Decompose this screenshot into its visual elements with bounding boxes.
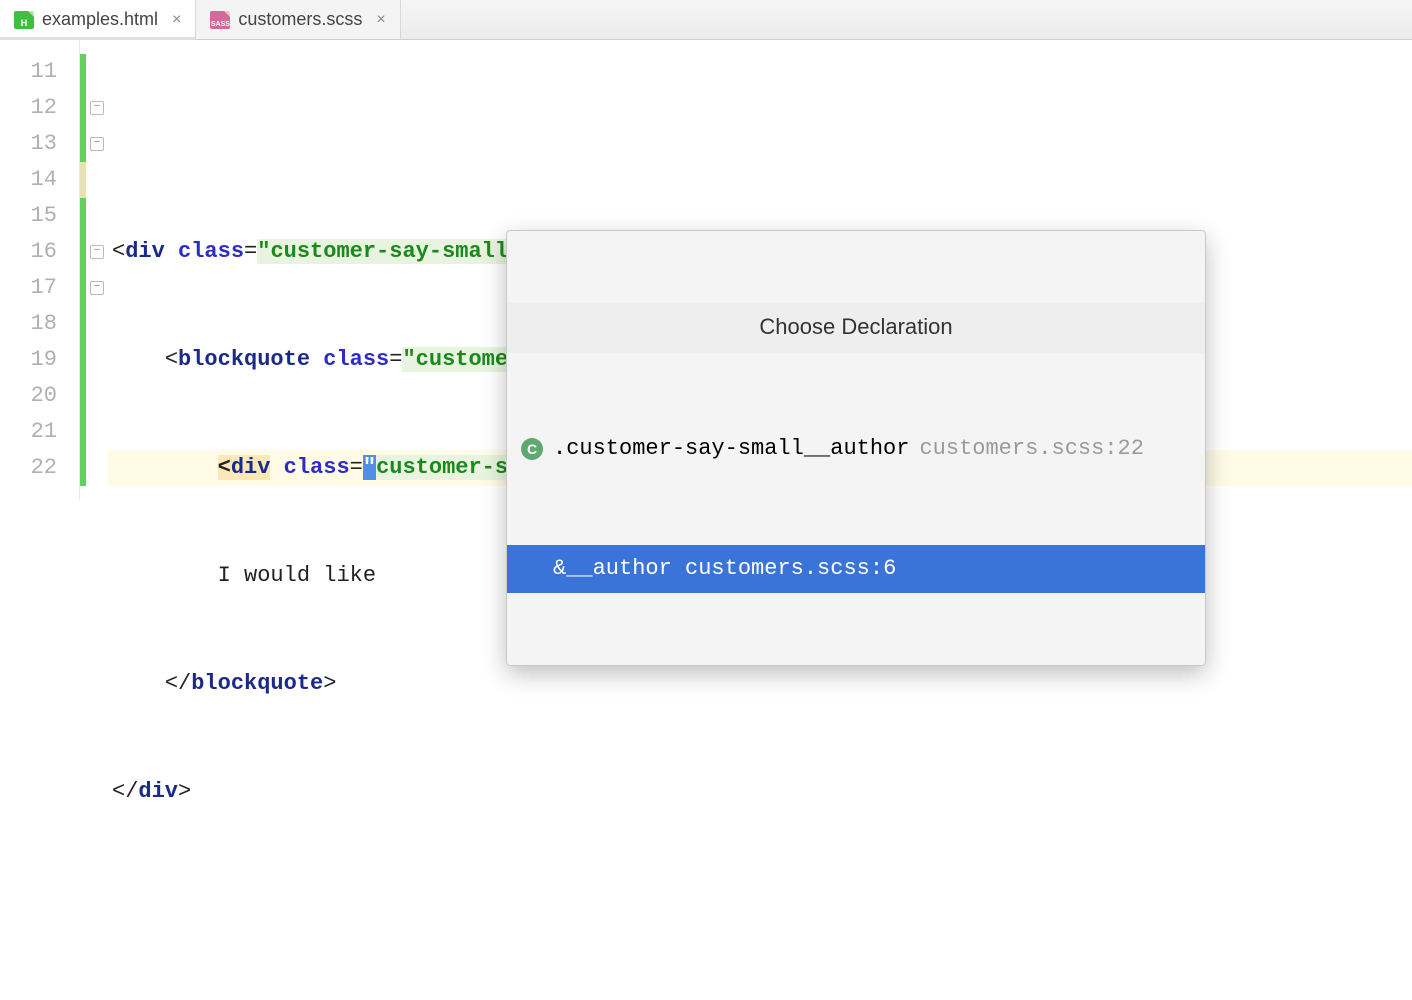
selector-text: .customer-say-small__author xyxy=(553,431,909,467)
line-number: 22 xyxy=(0,450,57,486)
code-line[interactable]: </blockquote> xyxy=(108,666,1412,702)
declaration-option[interactable]: C .customer-say-small__author customers.… xyxy=(507,425,1205,473)
tab-customers-scss[interactable]: SASS customers.scss × xyxy=(196,0,400,39)
line-number: 11 xyxy=(0,54,57,90)
close-icon[interactable]: × xyxy=(172,11,181,29)
code-line[interactable]: </div> xyxy=(108,774,1412,810)
editor-tabbar: H examples.html × SASS customers.scss × xyxy=(0,0,1412,40)
code-editor[interactable]: 111213141516171819202122 <div class="cus… xyxy=(0,40,1412,500)
line-number: 20 xyxy=(0,378,57,414)
line-number: 16 xyxy=(0,234,57,270)
file-location: customers.scss:22 xyxy=(919,431,1143,467)
line-number: 19 xyxy=(0,342,57,378)
close-icon[interactable]: × xyxy=(376,11,385,29)
line-number: 21 xyxy=(0,414,57,450)
line-number-gutter: 111213141516171819202122 xyxy=(0,40,80,500)
code-area[interactable]: <div class="customer-say-small"> <blockq… xyxy=(108,40,1412,500)
fold-toggle-icon[interactable] xyxy=(90,137,104,151)
tab-label: examples.html xyxy=(42,9,158,30)
popup-title: Choose Declaration xyxy=(507,303,1205,353)
line-number: 17 xyxy=(0,270,57,306)
fold-toggle-icon[interactable] xyxy=(90,245,104,259)
sass-file-icon: SASS xyxy=(210,11,230,29)
class-badge-icon: C xyxy=(521,438,543,460)
fold-gutter xyxy=(86,40,108,500)
line-number: 15 xyxy=(0,198,57,234)
declaration-option-selected[interactable]: &__author customers.scss:6 xyxy=(507,545,1205,593)
code-line[interactable] xyxy=(108,126,1412,162)
fold-toggle-icon[interactable] xyxy=(90,101,104,115)
line-number: 14 xyxy=(0,162,57,198)
choose-declaration-popup: Choose Declaration C .customer-say-small… xyxy=(506,230,1206,666)
line-number: 12 xyxy=(0,90,57,126)
selector-text: &__author customers.scss:6 xyxy=(553,551,896,587)
fold-toggle-icon[interactable] xyxy=(90,281,104,295)
html-file-icon: H xyxy=(14,11,34,29)
line-number: 13 xyxy=(0,126,57,162)
code-line[interactable] xyxy=(108,882,1412,918)
line-number: 18 xyxy=(0,306,57,342)
code-line[interactable] xyxy=(108,990,1412,1000)
tab-label: customers.scss xyxy=(238,9,362,30)
tab-examples-html[interactable]: H examples.html × xyxy=(0,0,196,39)
